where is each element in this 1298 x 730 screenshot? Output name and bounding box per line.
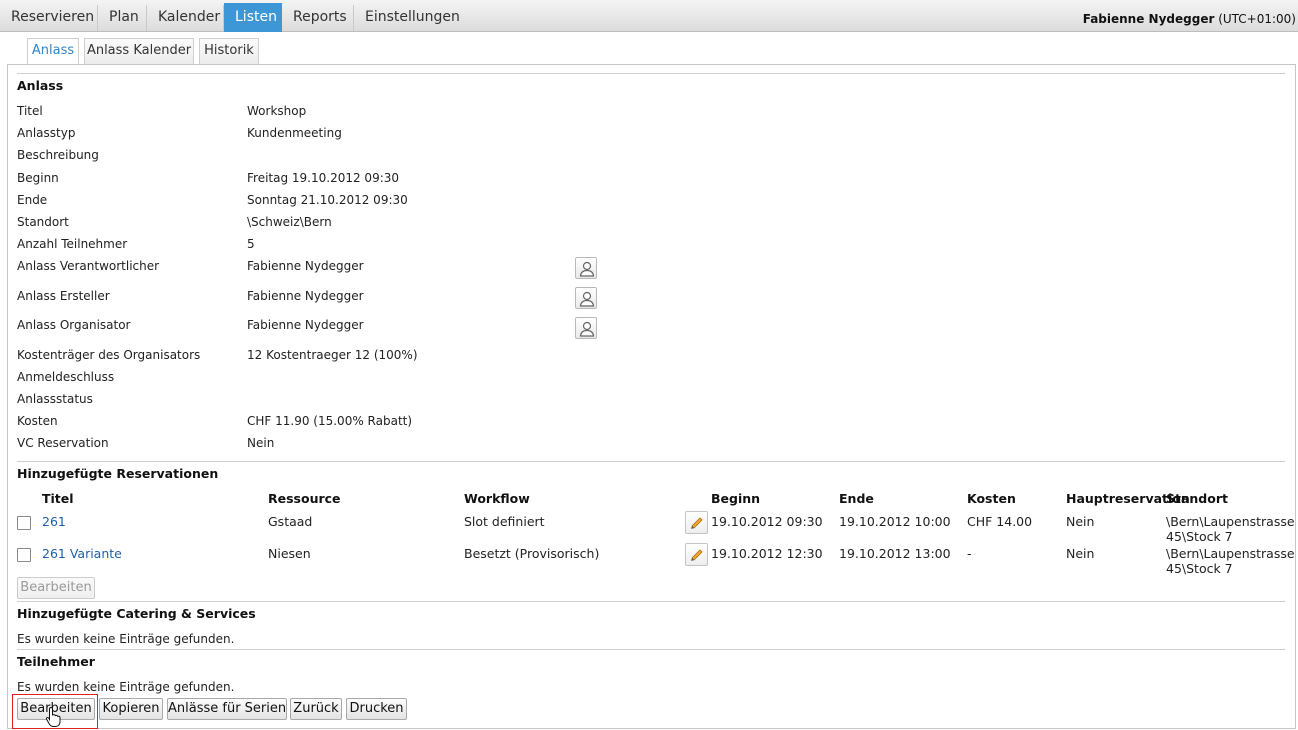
field-value-ende: Sonntag 21.10.2012 09:30 [247, 193, 408, 207]
nav-listen[interactable]: Listen [224, 3, 282, 32]
divider [17, 601, 1285, 602]
field-label-anmeldeschluss: Anmeldeschluss [17, 370, 115, 384]
main-navigation: Reservieren Plan Kalender Listen Reports… [0, 0, 1298, 32]
reservation-hauptreservation: Nein [1066, 546, 1095, 561]
column-header-ressource: Ressource [268, 491, 341, 506]
field-label-standort: Standort [17, 215, 69, 229]
reservation-ressource: Niesen [268, 546, 311, 561]
reservation-workflow: Slot definiert [464, 514, 545, 529]
reservation-ende: 19.10.2012 10:00 [839, 514, 951, 529]
pencil-icon [691, 517, 703, 529]
pencil-icon [691, 549, 703, 561]
kopieren-button[interactable]: Kopieren [99, 698, 163, 720]
field-label-beginn: Beginn [17, 171, 59, 185]
field-label-anlasstyp: Anlasstyp [17, 126, 76, 140]
catering-empty-message: Es wurden keine Einträge gefunden. [17, 632, 235, 646]
nav-einstellungen[interactable]: Einstellungen [354, 5, 464, 31]
field-value-kosten: CHF 11.90 (15.00% Rabatt) [247, 414, 413, 428]
column-header-titel: Titel [42, 491, 74, 506]
tab-anlass-kalender[interactable]: Anlass Kalender [84, 38, 194, 64]
field-label-verantwortlicher: Anlass Verantwortlicher [17, 259, 160, 273]
field-value-standort: \Schweiz\Bern [247, 215, 332, 229]
nav-kalender[interactable]: Kalender [147, 5, 224, 31]
field-value-organisator: Fabienne Nydegger [247, 318, 364, 332]
row-select-checkbox[interactable] [17, 548, 31, 562]
section-catering-title: Hinzugefügte Catering & Services [17, 606, 256, 621]
edit-reservations-button[interactable]: Bearbeiten [17, 577, 95, 599]
nav-reports[interactable]: Reports [282, 5, 354, 31]
reservation-ressource: Gstaad [268, 514, 313, 529]
row-select-checkbox[interactable] [17, 516, 31, 530]
column-header-workflow: Workflow [464, 491, 530, 506]
reservation-beginn: 19.10.2012 09:30 [711, 514, 823, 529]
field-label-beschreibung: Beschreibung [17, 148, 99, 162]
drucken-button[interactable]: Drucken [346, 698, 407, 720]
person-details-button[interactable] [575, 257, 597, 279]
reservation-title-link[interactable]: 261 [42, 514, 66, 529]
field-label-kosten: Kosten [17, 414, 58, 428]
reservation-standort: \Bern\Laupenstrasse 45\Stock 7 [1166, 514, 1295, 544]
field-label-ersteller: Anlass Ersteller [17, 289, 110, 303]
column-header-standort: Standort [1166, 491, 1228, 506]
reservation-beginn: 19.10.2012 12:30 [711, 546, 823, 561]
edit-reservation-button[interactable] [685, 543, 708, 566]
field-label-ende: Ende [17, 193, 48, 207]
divider [17, 73, 1285, 74]
person-icon [579, 321, 595, 337]
field-value-titel: Workshop [247, 104, 307, 118]
reservation-ende: 19.10.2012 13:00 [839, 546, 951, 561]
person-icon [579, 291, 595, 307]
user-name: Fabienne Nydegger [1082, 12, 1215, 26]
nav-plan[interactable]: Plan [98, 5, 147, 31]
field-value-vc-reservation: Nein [247, 436, 275, 450]
tab-historik[interactable]: Historik [199, 38, 259, 64]
column-header-kosten: Kosten [967, 491, 1016, 506]
nav-reservieren[interactable]: Reservieren [0, 5, 98, 31]
column-header-beginn: Beginn [711, 491, 761, 506]
field-label-kostentraeger: Kostenträger des Organisators [17, 348, 201, 362]
hand-cursor-icon [45, 706, 61, 727]
anlaesse-fuer-serien-button[interactable]: Anlässe für Serien [167, 698, 287, 720]
divider [17, 649, 1285, 650]
field-value-anlasstyp: Kundenmeeting [247, 126, 342, 140]
person-details-button[interactable] [575, 317, 597, 339]
person-details-button[interactable] [575, 287, 597, 309]
current-user: Fabienne Nydegger (UTC+01:00) [1083, 12, 1296, 26]
zurueck-button[interactable]: Zurück [290, 698, 342, 720]
field-label-titel: Titel [17, 104, 43, 118]
field-label-anlassstatus: Anlassstatus [17, 392, 93, 406]
field-label-vc-reservation: VC Reservation [17, 436, 109, 450]
field-value-kostentraeger: 12 Kostentraeger 12 (100%) [247, 348, 418, 362]
column-header-ende: Ende [839, 491, 874, 506]
content-panel [7, 64, 1296, 729]
field-value-anzahl-teilnehmer: 5 [247, 237, 255, 251]
teilnehmer-empty-message: Es wurden keine Einträge gefunden. [17, 680, 235, 694]
section-anlass-title: Anlass [17, 78, 64, 93]
section-reservations-title: Hinzugefügte Reservationen [17, 466, 219, 481]
section-teilnehmer-title: Teilnehmer [17, 654, 95, 669]
tab-anlass[interactable]: Anlass [27, 38, 79, 65]
reservation-title-link[interactable]: 261 Variante [42, 546, 122, 561]
field-label-anzahl-teilnehmer: Anzahl Teilnehmer [17, 237, 128, 251]
divider [17, 461, 1285, 462]
reservation-kosten: CHF 14.00 [967, 514, 1033, 529]
field-value-beginn: Freitag 19.10.2012 09:30 [247, 171, 400, 185]
reservation-kosten: - [967, 546, 972, 561]
reservation-standort: \Bern\Laupenstrasse 45\Stock 7 [1166, 546, 1295, 576]
person-icon [579, 261, 595, 277]
edit-reservation-button[interactable] [685, 511, 708, 534]
reservation-hauptreservation: Nein [1066, 514, 1095, 529]
field-label-organisator: Anlass Organisator [17, 318, 131, 332]
user-timezone: (UTC+01:00) [1218, 12, 1296, 26]
reservation-workflow: Besetzt (Provisorisch) [464, 546, 600, 561]
field-value-ersteller: Fabienne Nydegger [247, 289, 364, 303]
field-value-verantwortlicher: Fabienne Nydegger [247, 259, 364, 273]
